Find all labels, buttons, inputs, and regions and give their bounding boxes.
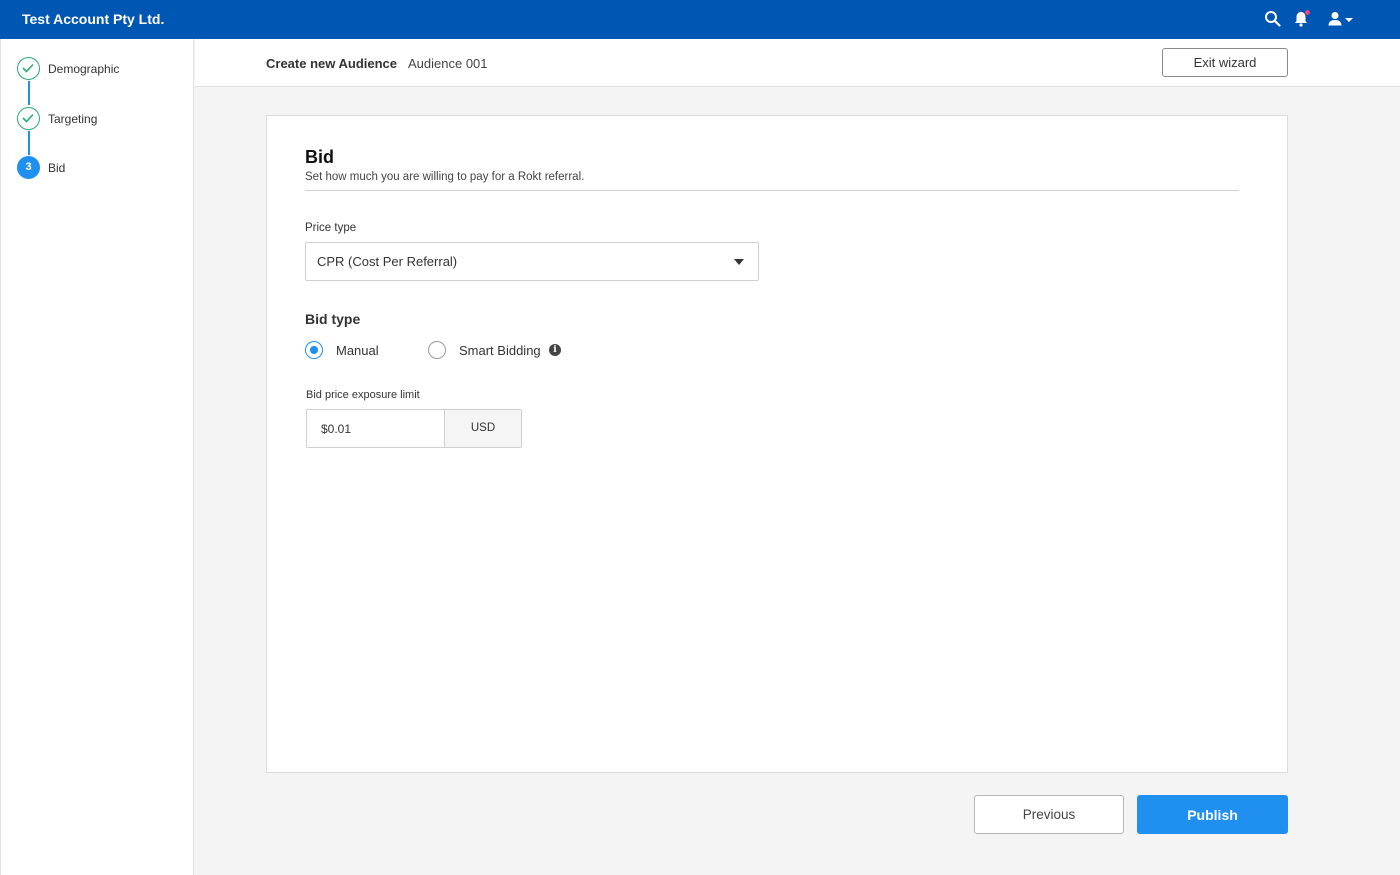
- price-type-label: Price type: [305, 222, 357, 234]
- section-description: Set how much you are willing to pay for …: [305, 171, 585, 183]
- step-bid[interactable]: 3 Bid: [17, 156, 187, 180]
- step-label: Bid: [48, 161, 66, 175]
- step-label: Demographic: [48, 62, 120, 76]
- price-type-select[interactable]: CPR (Cost Per Referral): [305, 242, 759, 281]
- user-icon[interactable]: [1325, 9, 1345, 29]
- radio-checked-icon: [305, 341, 323, 359]
- radio-manual[interactable]: Manual: [305, 340, 395, 360]
- step-targeting[interactable]: Targeting: [17, 107, 187, 131]
- radio-label: Smart Bidding: [459, 343, 541, 358]
- step-label: Targeting: [48, 112, 98, 126]
- price-type-value: CPR (Cost Per Referral): [317, 254, 458, 269]
- bid-limit-input[interactable]: [307, 410, 445, 447]
- divider: [305, 190, 1239, 191]
- bid-limit-group: USD: [306, 409, 522, 448]
- wizard-sidebar: Demographic Targeting 3 Bid: [0, 39, 194, 875]
- radio-unchecked-icon: [428, 341, 446, 359]
- step-connector: [28, 131, 30, 155]
- step-connector: [28, 81, 30, 105]
- search-icon[interactable]: [1263, 9, 1283, 29]
- chevron-down-icon[interactable]: [1343, 9, 1355, 29]
- bid-card: Bid Set how much you are willing to pay …: [266, 115, 1288, 773]
- page-title: Create new Audience: [266, 56, 398, 71]
- step-demographic[interactable]: Demographic: [17, 57, 187, 81]
- notification-dot: [1305, 10, 1310, 15]
- caret-down-icon: [734, 259, 744, 265]
- publish-button[interactable]: Publish: [1137, 795, 1288, 834]
- top-bar: Test Account Pty Ltd.: [0, 0, 1400, 39]
- radio-label: Manual: [336, 343, 379, 358]
- step-number-badge: 3: [17, 156, 40, 179]
- section-heading: Bid: [305, 147, 334, 167]
- bell-icon[interactable]: [1291, 9, 1311, 29]
- currency-unit: USD: [445, 410, 521, 447]
- previous-button[interactable]: Previous: [974, 795, 1124, 834]
- audience-name: Audience 001: [408, 56, 488, 71]
- info-icon[interactable]: i: [549, 344, 561, 356]
- limit-label: Bid price exposure limit: [306, 389, 420, 401]
- wizard-header: Create new Audience Audience 001 Exit wi…: [195, 39, 1400, 87]
- bid-type-label: Bid type: [305, 311, 361, 327]
- exit-wizard-button[interactable]: Exit wizard: [1162, 48, 1288, 77]
- check-icon: [17, 107, 40, 130]
- account-name[interactable]: Test Account Pty Ltd.: [22, 11, 164, 27]
- check-icon: [17, 57, 40, 80]
- radio-smart-bidding[interactable]: Smart Bidding i: [428, 340, 568, 360]
